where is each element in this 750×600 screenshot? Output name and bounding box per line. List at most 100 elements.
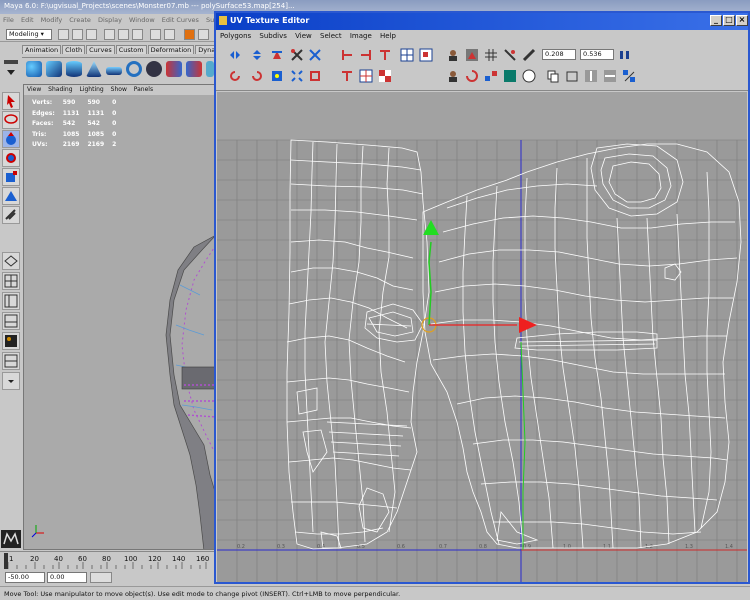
minimize-button[interactable]: _ — [710, 15, 722, 26]
persp-outliner-layout-icon[interactable] — [2, 292, 20, 310]
align-uv-left-icon[interactable] — [340, 48, 354, 62]
relax-uv-icon[interactable] — [308, 69, 322, 83]
poly-torus-icon[interactable] — [126, 61, 142, 77]
toggle-shaded-icon[interactable] — [465, 69, 479, 83]
poly-pipe-icon[interactable] — [146, 61, 162, 77]
perspective-viewport[interactable]: View Shading Lighting Show Panels Verts:… — [23, 84, 215, 550]
uv-menu-image[interactable]: Image — [350, 32, 372, 40]
last-tool-icon[interactable] — [2, 206, 20, 224]
poly-cube-icon[interactable] — [46, 61, 62, 77]
texture-color-icon[interactable] — [503, 69, 517, 83]
uv-menu-polygons[interactable]: Polygons — [220, 32, 251, 40]
copy-uvs-icon[interactable] — [546, 69, 560, 83]
snap-grid-icon[interactable] — [150, 29, 161, 40]
paste-uvs-icon[interactable] — [565, 69, 579, 83]
range-current-field[interactable]: 0.00 — [47, 572, 87, 583]
ipr-render-icon[interactable] — [198, 29, 209, 40]
snap-curve-icon[interactable] — [164, 29, 175, 40]
single-perspective-layout-icon[interactable] — [2, 252, 20, 270]
move-tool-icon[interactable] — [2, 130, 20, 148]
map-uv-border-icon[interactable] — [419, 48, 433, 62]
flip-uv-horizontal-icon[interactable] — [228, 48, 242, 62]
menu-create[interactable]: Create — [69, 16, 91, 24]
menu-modify[interactable]: Modify — [41, 16, 63, 24]
toolbox-options-icon[interactable] — [2, 372, 20, 390]
align-uv-top-icon[interactable] — [378, 48, 392, 62]
shelf-tab-cloth[interactable]: Cloth — [62, 45, 86, 54]
cycle-uvs-icon[interactable] — [622, 69, 636, 83]
cut-uv-edges-icon[interactable] — [290, 48, 304, 62]
show-manipulator-icon[interactable] — [2, 187, 20, 205]
align-uv-bottom-icon[interactable] — [340, 69, 354, 83]
hypershade-layout-icon[interactable] — [2, 332, 20, 350]
toggle-grid-icon[interactable] — [484, 48, 498, 62]
u-value-field[interactable]: 0.208 — [542, 49, 576, 60]
unlock-icon[interactable] — [522, 48, 536, 62]
rotate-uv-cw-icon[interactable] — [250, 69, 264, 83]
scale-tool-icon[interactable] — [2, 168, 20, 186]
menu-edit[interactable]: Edit — [21, 16, 34, 24]
move-sew-uv-icon[interactable] — [270, 69, 284, 83]
uv-checker-icon[interactable] — [378, 69, 392, 83]
uv-menu-view[interactable]: View — [295, 32, 312, 40]
isolate-select-icon[interactable] — [446, 69, 460, 83]
range-slider-handle[interactable] — [90, 572, 112, 583]
render-icon[interactable] — [184, 29, 195, 40]
align-uv-right-icon[interactable] — [359, 48, 373, 62]
poly-plane-icon[interactable] — [106, 67, 122, 75]
snapshot-icon[interactable] — [446, 48, 460, 62]
select-object-icon[interactable] — [118, 29, 129, 40]
menu-file[interactable]: File — [3, 16, 14, 24]
uv-menu-help[interactable]: Help — [380, 32, 396, 40]
menu-edit-curves[interactable]: Edit Curves — [162, 16, 199, 24]
new-scene-icon[interactable] — [58, 29, 69, 40]
paste-v-icon[interactable] — [603, 69, 617, 83]
menu-window[interactable]: Window — [129, 16, 155, 24]
shelf-tab-custom[interactable]: Custom — [115, 45, 147, 54]
select-component-icon[interactable] — [132, 29, 143, 40]
four-view-layout-icon[interactable] — [2, 272, 20, 290]
rotate-uv-ccw-icon[interactable] — [228, 69, 242, 83]
persp-uv-layout-icon[interactable] — [2, 352, 20, 370]
select-hierarchy-icon[interactable] — [104, 29, 115, 40]
uv-menu-subdivs[interactable]: Subdivs — [259, 32, 287, 40]
menu-display[interactable]: Display — [98, 16, 122, 24]
pixel-snap-icon[interactable] — [503, 48, 517, 62]
shelf-menu-arrow[interactable] — [2, 58, 20, 82]
shelf-tab-deformation[interactable]: Deformation — [147, 45, 195, 54]
rotate-tool-icon[interactable] — [2, 149, 20, 167]
lasso-tool-icon[interactable] — [2, 111, 20, 129]
extract-icon[interactable] — [206, 61, 214, 77]
uv-editor-canvas[interactable]: 0.2 0.3 0.4 0.5 0.6 0.7 0.8 0.9 1.0 1.1 … — [217, 92, 747, 582]
select-tool-icon[interactable] — [2, 92, 20, 110]
paste-u-icon[interactable] — [584, 69, 598, 83]
refresh-uv-values-icon[interactable] — [618, 48, 632, 62]
display-image-icon[interactable] — [465, 48, 479, 62]
rotate-uv-icon[interactable] — [270, 48, 284, 62]
uv-menu-select[interactable]: Select — [320, 32, 342, 40]
uv-snap-grid-icon[interactable] — [359, 69, 373, 83]
v-value-field[interactable]: 0.536 — [580, 49, 614, 60]
persp-graph-layout-icon[interactable] — [2, 312, 20, 330]
dim-image-icon[interactable] — [522, 69, 536, 83]
poly-sphere-icon[interactable] — [26, 61, 42, 77]
shelf-tab-animation[interactable]: Animation — [22, 45, 62, 54]
range-start-field[interactable]: -50.00 — [5, 572, 45, 583]
mode-select[interactable]: Modeling ▾ — [6, 29, 52, 40]
save-scene-icon[interactable] — [86, 29, 97, 40]
flip-uv-vertical-icon[interactable] — [250, 48, 264, 62]
texture-borders-icon[interactable] — [484, 69, 498, 83]
uv-editor-title-bar[interactable]: UV Texture Editor _ □ × — [216, 13, 748, 30]
combine-icon[interactable] — [166, 61, 182, 77]
shelf-tab-curves[interactable]: Curves — [86, 45, 115, 54]
grid-uv-icon[interactable] — [400, 48, 414, 62]
time-slider[interactable]: 1 20 40 60 80 100 120 140 160 — [0, 551, 215, 570]
sew-uv-edges-icon[interactable] — [308, 48, 322, 62]
separate-icon[interactable] — [186, 61, 202, 77]
maximize-button[interactable]: □ — [723, 15, 735, 26]
poly-cylinder-icon[interactable] — [66, 61, 82, 77]
poly-cone-icon[interactable] — [86, 61, 102, 77]
close-button[interactable]: × — [736, 15, 748, 26]
shelf-tab-dynamics[interactable]: Dynamics — [195, 45, 215, 54]
layout-uv-icon[interactable] — [290, 69, 304, 83]
